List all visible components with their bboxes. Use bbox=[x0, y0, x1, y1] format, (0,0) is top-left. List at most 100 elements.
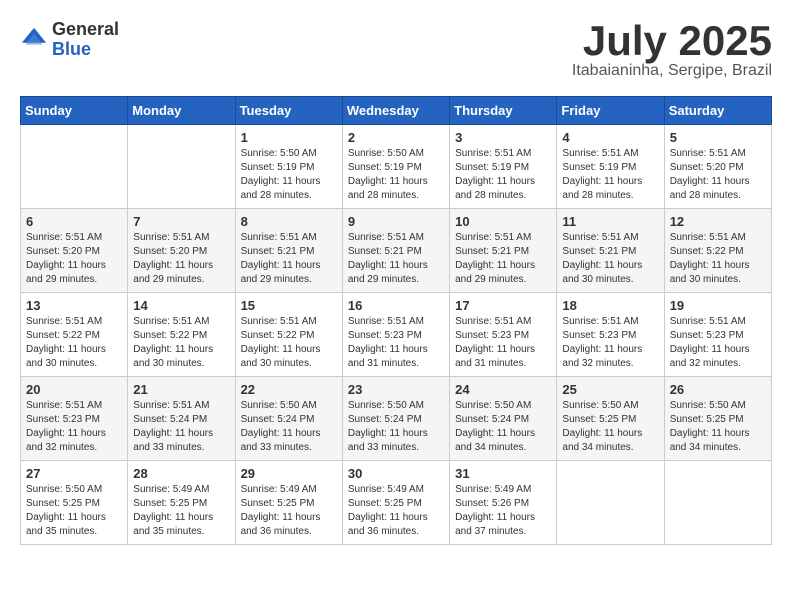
day-info: Sunrise: 5:51 AMSunset: 5:22 PMDaylight:… bbox=[670, 231, 766, 287]
day-number: 23 bbox=[348, 382, 444, 397]
calendar-cell: 5Sunrise: 5:51 AMSunset: 5:20 PMDaylight… bbox=[664, 125, 771, 209]
day-info: Sunrise: 5:51 AMSunset: 5:23 PMDaylight:… bbox=[455, 315, 551, 371]
day-number: 19 bbox=[670, 298, 766, 313]
month-title: July 2025 bbox=[572, 20, 772, 62]
calendar-cell: 16 Sunrise: 5:51 AMSunset: 5:23 PMDayligh… bbox=[342, 293, 449, 377]
calendar-cell: 17 Sunrise: 5:51 AMSunset: 5:23 PMDayligh… bbox=[450, 293, 557, 377]
day-info: Sunrise: 5:51 AMSunset: 5:23 PMDaylight:… bbox=[562, 315, 658, 371]
day-info: Sunrise: 5:50 AMSunset: 5:25 PMDaylight:… bbox=[26, 483, 122, 539]
logo-general: General bbox=[52, 20, 119, 40]
calendar-cell: 12 Sunrise: 5:51 AMSunset: 5:22 PMDayligh… bbox=[664, 209, 771, 293]
calendar-cell bbox=[557, 461, 664, 545]
location: Itabaianinha, Sergipe, Brazil bbox=[572, 62, 772, 80]
day-info: Sunrise: 5:49 AMSunset: 5:25 PMDaylight:… bbox=[348, 483, 444, 539]
day-number: 17 bbox=[455, 298, 551, 313]
calendar-cell: 9 Sunrise: 5:51 AMSunset: 5:21 PMDaylight… bbox=[342, 209, 449, 293]
day-number: 15 bbox=[241, 298, 337, 313]
day-info: Sunrise: 5:51 AMSunset: 5:20 PMDaylight:… bbox=[26, 231, 122, 287]
weekday-header-row: SundayMondayTuesdayWednesdayThursdayFrid… bbox=[21, 97, 772, 125]
day-info: Sunrise: 5:51 AMSunset: 5:19 PMDaylight:… bbox=[455, 147, 551, 203]
day-info: Sunrise: 5:51 AMSunset: 5:21 PMDaylight:… bbox=[455, 231, 551, 287]
weekday-header-sunday: Sunday bbox=[21, 97, 128, 125]
page-header: General Blue July 2025 Itabaianinha, Ser… bbox=[20, 20, 772, 80]
calendar-cell: 10 Sunrise: 5:51 AMSunset: 5:21 PMDayligh… bbox=[450, 209, 557, 293]
calendar-cell: 6 Sunrise: 5:51 AMSunset: 5:20 PMDaylight… bbox=[21, 209, 128, 293]
day-number: 1 bbox=[241, 130, 337, 145]
day-number: 26 bbox=[670, 382, 766, 397]
day-number: 3 bbox=[455, 130, 551, 145]
weekday-header-tuesday: Tuesday bbox=[235, 97, 342, 125]
day-number: 16 bbox=[348, 298, 444, 313]
logo-text: General Blue bbox=[52, 20, 119, 60]
weekday-header-thursday: Thursday bbox=[450, 97, 557, 125]
calendar-cell: 14Sunrise: 5:51 AMSunset: 5:22 PMDayligh… bbox=[128, 293, 235, 377]
day-number: 7 bbox=[133, 214, 229, 229]
day-info: Sunrise: 5:51 AMSunset: 5:21 PMDaylight:… bbox=[241, 231, 337, 287]
day-info: Sunrise: 5:51 AMSunset: 5:22 PMDaylight:… bbox=[133, 315, 229, 371]
day-info: Sunrise: 5:51 AMSunset: 5:19 PMDaylight:… bbox=[562, 147, 658, 203]
calendar-cell: 23 Sunrise: 5:50 AMSunset: 5:24 PMDayligh… bbox=[342, 377, 449, 461]
day-number: 2 bbox=[348, 130, 444, 145]
day-info: Sunrise: 5:51 AMSunset: 5:24 PMDaylight:… bbox=[133, 399, 229, 455]
day-number: 31 bbox=[455, 466, 551, 481]
day-info: Sunrise: 5:51 AMSunset: 5:23 PMDaylight:… bbox=[26, 399, 122, 455]
day-info: Sunrise: 5:50 AMSunset: 5:25 PMDaylight:… bbox=[670, 399, 766, 455]
day-info: Sunrise: 5:50 AMSunset: 5:24 PMDaylight:… bbox=[455, 399, 551, 455]
day-number: 22 bbox=[241, 382, 337, 397]
day-number: 24 bbox=[455, 382, 551, 397]
calendar-cell: 4 Sunrise: 5:51 AMSunset: 5:19 PMDaylight… bbox=[557, 125, 664, 209]
weekday-header-monday: Monday bbox=[128, 97, 235, 125]
day-number: 28 bbox=[133, 466, 229, 481]
day-number: 25 bbox=[562, 382, 658, 397]
week-row-1: 1 Sunrise: 5:50 AMSunset: 5:19 PMDaylight… bbox=[21, 125, 772, 209]
week-row-3: 13 Sunrise: 5:51 AMSunset: 5:22 PMDayligh… bbox=[21, 293, 772, 377]
day-number: 30 bbox=[348, 466, 444, 481]
calendar-cell: 18 Sunrise: 5:51 AMSunset: 5:23 PMDayligh… bbox=[557, 293, 664, 377]
title-block: July 2025 Itabaianinha, Sergipe, Brazil bbox=[572, 20, 772, 80]
week-row-4: 20 Sunrise: 5:51 AMSunset: 5:23 PMDayligh… bbox=[21, 377, 772, 461]
day-info: Sunrise: 5:49 AMSunset: 5:26 PMDaylight:… bbox=[455, 483, 551, 539]
day-info: Sunrise: 5:50 AMSunset: 5:19 PMDaylight:… bbox=[348, 147, 444, 203]
weekday-header-wednesday: Wednesday bbox=[342, 97, 449, 125]
logo-icon bbox=[20, 26, 48, 54]
calendar-cell: 28Sunrise: 5:49 AMSunset: 5:25 PMDayligh… bbox=[128, 461, 235, 545]
day-info: Sunrise: 5:51 AMSunset: 5:23 PMDaylight:… bbox=[348, 315, 444, 371]
calendar-cell bbox=[21, 125, 128, 209]
calendar-cell: 22 Sunrise: 5:50 AMSunset: 5:24 PMDayligh… bbox=[235, 377, 342, 461]
calendar-cell: 27 Sunrise: 5:50 AMSunset: 5:25 PMDayligh… bbox=[21, 461, 128, 545]
weekday-header-saturday: Saturday bbox=[664, 97, 771, 125]
calendar-cell: 7 Sunrise: 5:51 AMSunset: 5:20 PMDaylight… bbox=[128, 209, 235, 293]
day-info: Sunrise: 5:50 AMSunset: 5:24 PMDaylight:… bbox=[348, 399, 444, 455]
day-number: 13 bbox=[26, 298, 122, 313]
day-number: 9 bbox=[348, 214, 444, 229]
day-number: 21 bbox=[133, 382, 229, 397]
day-number: 27 bbox=[26, 466, 122, 481]
day-number: 8 bbox=[241, 214, 337, 229]
day-number: 4 bbox=[562, 130, 658, 145]
day-number: 29 bbox=[241, 466, 337, 481]
day-info: Sunrise: 5:50 AMSunset: 5:24 PMDaylight:… bbox=[241, 399, 337, 455]
day-number: 12 bbox=[670, 214, 766, 229]
day-info: Sunrise: 5:51 AMSunset: 5:21 PMDaylight:… bbox=[348, 231, 444, 287]
logo: General Blue bbox=[20, 20, 119, 60]
logo-blue: Blue bbox=[52, 40, 119, 60]
day-info: Sunrise: 5:51 AMSunset: 5:21 PMDaylight:… bbox=[562, 231, 658, 287]
calendar-cell: 8 Sunrise: 5:51 AMSunset: 5:21 PMDaylight… bbox=[235, 209, 342, 293]
day-number: 10 bbox=[455, 214, 551, 229]
day-number: 18 bbox=[562, 298, 658, 313]
calendar-cell: 3 Sunrise: 5:51 AMSunset: 5:19 PMDaylight… bbox=[450, 125, 557, 209]
calendar-cell: 25Sunrise: 5:50 AMSunset: 5:25 PMDayligh… bbox=[557, 377, 664, 461]
calendar-cell: 19Sunrise: 5:51 AMSunset: 5:23 PMDayligh… bbox=[664, 293, 771, 377]
calendar-cell: 30 Sunrise: 5:49 AMSunset: 5:25 PMDayligh… bbox=[342, 461, 449, 545]
calendar-table: SundayMondayTuesdayWednesdayThursdayFrid… bbox=[20, 96, 772, 545]
calendar-cell: 11Sunrise: 5:51 AMSunset: 5:21 PMDayligh… bbox=[557, 209, 664, 293]
day-info: Sunrise: 5:51 AMSunset: 5:20 PMDaylight:… bbox=[133, 231, 229, 287]
day-number: 20 bbox=[26, 382, 122, 397]
day-info: Sunrise: 5:51 AMSunset: 5:22 PMDaylight:… bbox=[26, 315, 122, 371]
day-info: Sunrise: 5:51 AMSunset: 5:20 PMDaylight:… bbox=[670, 147, 766, 203]
calendar-cell: 24 Sunrise: 5:50 AMSunset: 5:24 PMDayligh… bbox=[450, 377, 557, 461]
day-number: 6 bbox=[26, 214, 122, 229]
calendar-cell: 31 Sunrise: 5:49 AMSunset: 5:26 PMDayligh… bbox=[450, 461, 557, 545]
calendar-cell bbox=[128, 125, 235, 209]
day-info: Sunrise: 5:51 AMSunset: 5:22 PMDaylight:… bbox=[241, 315, 337, 371]
